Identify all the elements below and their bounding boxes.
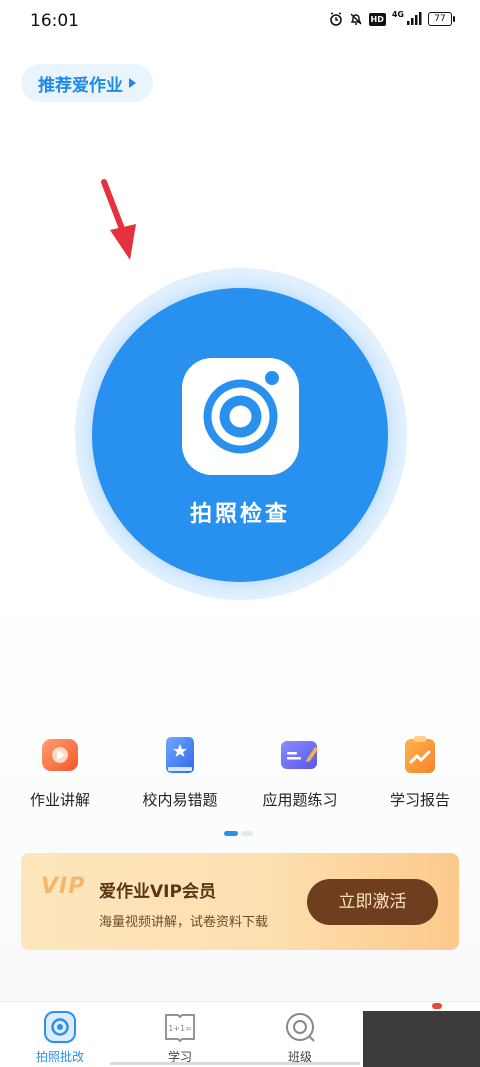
red-arrow-icon: [101, 179, 136, 260]
vip-card[interactable]: VIP 爱作业VIP会员 海量视频讲解，试卷资料下载 立即激活: [21, 853, 459, 950]
camera-scan-icon: [44, 1011, 76, 1043]
error-book-icon: [166, 737, 194, 773]
app-screen: 16:01 HD 4G 77 推荐爱作业 拍照检查 作业讲解 校内易错题 应用题…: [0, 0, 480, 1067]
quick-action-label: 应用题练习: [262, 791, 338, 809]
vip-logo: VIP: [41, 874, 86, 899]
status-icons: HD 4G 77: [329, 9, 455, 26]
practice-card-icon: [281, 741, 318, 769]
nav-tab-photo-correct[interactable]: 拍照批改: [10, 1010, 110, 1065]
nav-tab-study[interactable]: 1+1= 学习: [130, 1010, 230, 1065]
network-label: 4G: [391, 9, 404, 19]
alarm-icon: [329, 12, 342, 26]
nav-tab-class[interactable]: 班级: [250, 1010, 350, 1065]
vip-title: 爱作业VIP会员: [99, 882, 216, 902]
quick-action-error-questions[interactable]: 校内易错题: [120, 732, 240, 810]
signal-icon: [407, 12, 422, 25]
home-indicator[interactable]: [110, 1062, 360, 1065]
hd-badge: HD: [368, 12, 386, 26]
quick-action-label: 校内易错题: [142, 791, 218, 809]
report-clipboard-icon: [405, 736, 435, 773]
camera-icon: [182, 358, 299, 475]
vip-subtitle: 海量视频讲解，试卷资料下载: [99, 915, 269, 930]
quick-action-word-problems[interactable]: 应用题练习: [240, 732, 360, 810]
play-arrow-icon: [129, 78, 136, 88]
svg-text:1+1=: 1+1=: [168, 1024, 192, 1033]
book-math-icon: 1+1=: [165, 1014, 195, 1043]
quick-actions: 作业讲解 校内易错题 应用题练习 学习报告: [0, 732, 480, 816]
battery-indicator: 77: [428, 12, 455, 26]
recommend-label: 推荐爱作业: [38, 75, 123, 96]
quick-action-study-report[interactable]: 学习报告: [360, 732, 480, 810]
notification-dot: [432, 1003, 442, 1009]
recommend-button[interactable]: 推荐爱作业: [21, 64, 153, 102]
quick-action-label: 作业讲解: [29, 791, 90, 809]
class-circle-icon: [286, 1013, 315, 1042]
status-time: 16:01: [30, 11, 79, 31]
page-dot-active: [224, 831, 238, 836]
quick-action-homework-explain[interactable]: 作业讲解: [0, 732, 120, 810]
overlay-block: [363, 1011, 480, 1067]
status-bar: 16:01 HD 4G 77: [0, 0, 480, 42]
activate-button[interactable]: 立即激活: [307, 879, 438, 925]
page-indicator: [224, 831, 253, 836]
video-lesson-icon: [42, 739, 78, 771]
bell-mute-icon: [350, 13, 362, 25]
nav-label: 拍照批改: [35, 1050, 84, 1064]
page-dot: [241, 831, 253, 836]
quick-action-label: 学习报告: [389, 791, 450, 809]
photo-check-label: 拍照检查: [189, 502, 290, 527]
